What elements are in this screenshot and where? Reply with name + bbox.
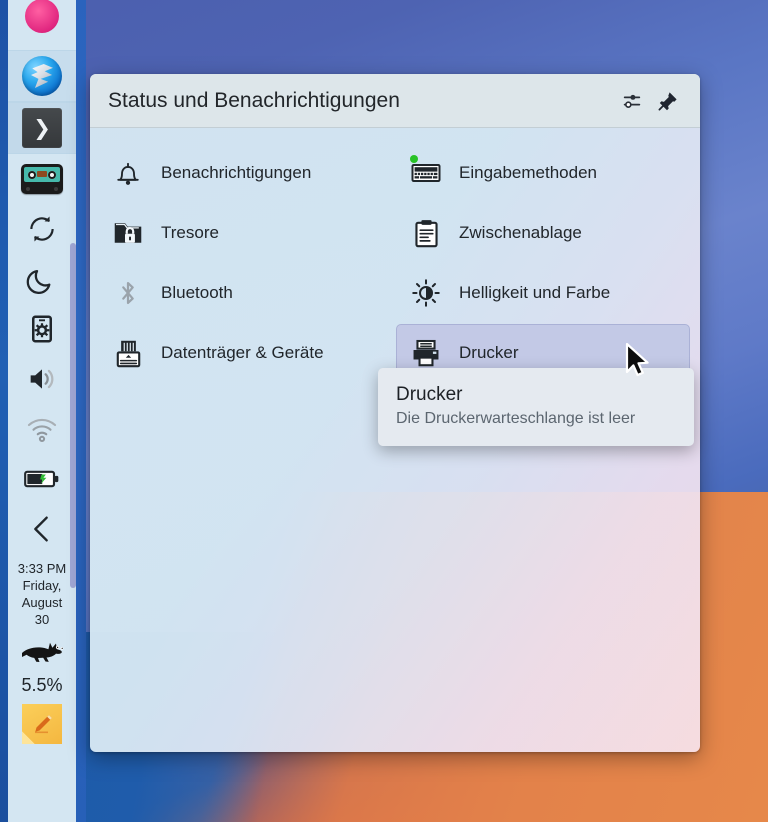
wallpaper-second-stripe [76,0,86,822]
pin-button[interactable] [650,83,686,119]
bluetooth-icon [111,276,145,310]
tray-night-color[interactable] [8,254,76,304]
cassette-tape-icon [21,164,63,194]
item-zwischenablage[interactable]: Zwischenablage [396,204,690,262]
cpu-usage-value: 5.5% [21,673,62,704]
taskbar-panel[interactable]: ❯ [8,0,76,822]
item-label: Helligkeit und Farbe [459,283,610,303]
status-item-grid: Benachrichtigungen [98,144,690,382]
tray-network[interactable] [8,404,76,454]
tooltip-title: Drucker [396,384,676,406]
item-label: Drucker [459,343,519,363]
tray-device-settings[interactable] [8,304,76,354]
clipboard-icon [409,216,443,250]
battery-charging-icon [24,464,60,494]
screen: ❯ [0,0,768,822]
printer-icon [409,336,443,370]
tray-media[interactable] [8,154,76,204]
konqueror-globe-icon [22,56,62,96]
item-label: Benachrichtigungen [161,163,311,183]
app-launcher-icon [25,0,59,33]
tray-expand[interactable] [8,504,76,554]
item-benachrichtigungen[interactable]: Benachrichtigungen [98,144,392,202]
item-datentraeger-und-geraete[interactable]: Datenträger & Geräte [98,324,392,382]
task-browser[interactable] [8,50,76,102]
page-title: Status und Benachrichtigungen [108,89,614,113]
item-bluetooth[interactable]: Bluetooth [98,264,392,322]
chevron-left-icon [26,513,58,545]
refresh-arrows-icon [25,212,59,246]
launcher-icon-partial[interactable] [8,0,76,50]
sticky-note[interactable] [22,704,62,744]
task-terminal[interactable]: ❯ [8,102,76,154]
popup-header: Status und Benachrichtigungen [90,74,700,128]
item-label: Tresore [161,223,219,243]
clock-month: August [8,594,76,611]
item-helligkeit-und-farbe[interactable]: Helligkeit und Farbe [396,264,690,322]
item-label: Eingabemethoden [459,163,597,183]
wifi-icon [25,412,59,446]
configure-icon [621,90,643,112]
cpu-monitor[interactable] [18,636,66,671]
terminal-prompt-icon: ❯ [22,108,62,148]
item-label: Datenträger & Geräte [161,343,324,363]
brightness-icon [409,276,443,310]
clock-time: 3:33 PM [8,560,76,577]
tray-volume[interactable] [8,354,76,404]
tray-battery[interactable] [8,454,76,504]
bell-icon [111,156,145,190]
panel-scrollbar[interactable] [70,243,76,588]
keyboard-icon [409,156,443,190]
tray-updates[interactable] [8,204,76,254]
device-gear-icon [27,314,57,344]
item-label: Bluetooth [161,283,233,303]
running-cat-icon [18,636,66,666]
digital-clock[interactable]: 3:33 PM Friday, August 30 [8,554,76,630]
printer-tooltip: Drucker Die Druckerwarteschlange ist lee… [378,368,694,446]
moon-icon [26,263,58,295]
vault-lock-icon [111,216,145,250]
pencil-note-icon [22,704,62,744]
clock-day: Friday, [8,577,76,594]
disk-drive-icon [111,336,145,370]
status-badge [410,155,418,163]
item-eingabemethoden[interactable]: Eingabemethoden [396,144,690,202]
clock-date: 30 [8,611,76,628]
pin-icon [656,89,680,113]
speaker-volume-icon [25,362,59,396]
configure-button[interactable] [614,83,650,119]
item-tresore[interactable]: Tresore [98,204,392,262]
item-label: Zwischenablage [459,223,582,243]
tooltip-subtitle: Die Druckerwarteschlange ist leer [396,410,676,428]
